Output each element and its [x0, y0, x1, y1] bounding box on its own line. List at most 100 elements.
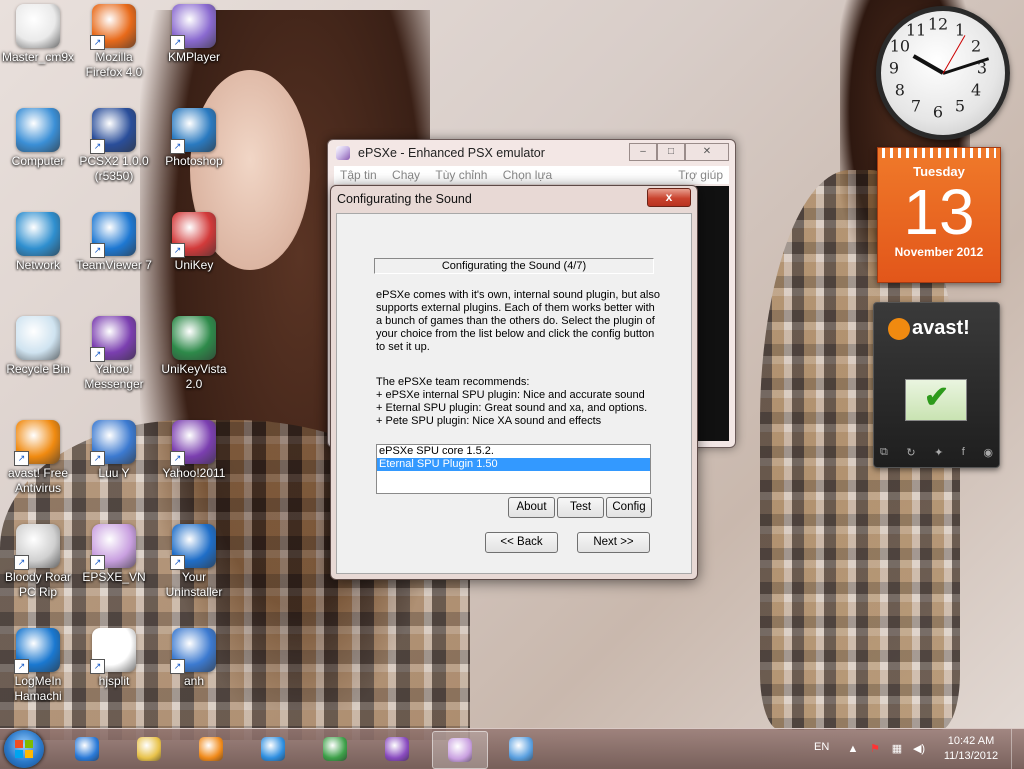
desktop-icon[interactable]: ↗ hjsplit [76, 628, 152, 689]
app-icon [16, 4, 60, 48]
start-button[interactable] [4, 730, 44, 768]
plugin-option-core[interactable]: ePSXe SPU core 1.5.2. [377, 445, 650, 458]
desktop-icon[interactable]: ↗ LogMeIn Hamachi [0, 628, 76, 704]
taskbar-media-player-icon [199, 737, 223, 761]
back-button[interactable]: << Back [485, 532, 558, 553]
desktop-icon[interactable]: ↗ UniKey [156, 212, 232, 273]
desktop-icon[interactable]: ↗ avast! Free Antivirus [0, 420, 76, 496]
clock-gadget[interactable]: 12 1 2 3 4 5 6 7 8 9 10 11 [876, 6, 1010, 140]
desktop-icon[interactable]: Master_cm9x [0, 4, 76, 65]
dialog-title: Configurating the Sound [337, 192, 472, 206]
avast-gadget[interactable]: avast! ✔ ⧉ ↻ ✦ f ◉ [873, 302, 1000, 468]
rss-icon[interactable]: ◉ [983, 446, 993, 459]
app-icon [16, 316, 60, 360]
menu-config[interactable]: Tùy chỉnh [435, 168, 487, 182]
calendar-month-year: November 2012 [894, 245, 984, 259]
taskbar-chrome[interactable] [308, 731, 362, 767]
menu-file[interactable]: Tập tin [340, 168, 377, 182]
desktop-icon-label: Network [15, 258, 60, 272]
tray-date: 11/13/2012 [943, 750, 999, 762]
desktop-icon[interactable]: ↗ Bloody Roar PC Rip [0, 524, 76, 600]
clock-number: 1 [954, 20, 966, 40]
twitter-icon[interactable]: ✦ [934, 446, 943, 459]
config-button[interactable]: Config [606, 497, 652, 518]
taskbar-internet-explorer-icon [261, 737, 285, 761]
close-button[interactable]: ✕ [685, 143, 729, 161]
test-button[interactable]: Test [557, 497, 604, 518]
shortcut-arrow-icon: ↗ [14, 659, 29, 674]
desktop-icon[interactable]: ↗ Luu Y [76, 420, 152, 481]
shortcut-arrow-icon: ↗ [90, 451, 105, 466]
dialog-body: Configurating the Sound (4/7) ePSXe come… [336, 213, 692, 574]
sound-config-dialog[interactable]: Configurating the Sound x Configurating … [330, 185, 698, 580]
desktop-icon[interactable]: ↗ Mozilla Firefox 4.0 [76, 4, 152, 80]
desktop-icon[interactable]: ↗ Yahoo! Messenger [76, 316, 152, 392]
app-icon: ↗ [170, 212, 216, 258]
taskbar-paint-icon [509, 737, 533, 761]
desktop-icon[interactable]: Network [0, 212, 76, 273]
network-icon[interactable]: ▦ [890, 742, 904, 756]
avast-status-check[interactable]: ✔ [905, 379, 967, 421]
taskbar-internet-explorer[interactable] [246, 731, 300, 767]
avast-update-icon[interactable]: ↻ [906, 446, 915, 459]
desktop-icon[interactable]: UniKeyVista 2.0 [156, 316, 232, 392]
shortcut-arrow-icon: ↗ [14, 451, 29, 466]
maximize-button[interactable]: □ [657, 143, 685, 161]
desktop-icon[interactable]: ↗ KMPlayer [156, 4, 232, 65]
taskbar-paint[interactable] [494, 731, 548, 767]
next-button[interactable]: Next >> [577, 532, 650, 553]
app-icon [172, 316, 216, 360]
shortcut-arrow-icon: ↗ [170, 35, 185, 50]
shortcut-arrow-icon: ↗ [170, 243, 185, 258]
main-window-title: ePSXe - Enhanced PSX emulator [358, 146, 545, 160]
menu-options[interactable]: Chọn lựa [503, 168, 552, 182]
desktop-icon[interactable]: ↗ Your Uninstaller [156, 524, 232, 600]
desktop-icon-label: PCSX2 1.0.0 (r5350) [79, 154, 149, 183]
taskbar-media-player[interactable] [184, 731, 238, 767]
facebook-icon[interactable]: f [962, 446, 965, 459]
volume-icon[interactable]: ◀) [912, 742, 926, 756]
shortcut-arrow-icon: ↗ [170, 555, 185, 570]
main-window-titlebar[interactable]: ePSXe - Enhanced PSX emulator – □ ✕ [328, 140, 735, 166]
desktop-icon[interactable]: ↗ Yahoo!2011 [156, 420, 232, 481]
dialog-close-button[interactable]: x [647, 188, 691, 207]
desktop-icon[interactable]: ↗ EPSXE_VN [76, 524, 152, 585]
clock-number: 5 [954, 96, 966, 116]
recommend-line-1: + ePSXe internal SPU plugin: Nice and ac… [376, 389, 645, 401]
app-icon: ↗ [170, 108, 216, 154]
dialog-titlebar[interactable]: Configurating the Sound x [331, 186, 697, 212]
plugin-listbox[interactable]: ePSXe SPU core 1.5.2. Eternal SPU Plugin… [376, 444, 651, 494]
desktop-icon[interactable]: ↗ TeamViewer 7 [76, 212, 152, 273]
desktop-icon[interactable]: ↗ PCSX2 1.0.0 (r5350) [76, 108, 152, 184]
taskbar-explorer[interactable] [122, 731, 176, 767]
taskbar-epsxe[interactable] [432, 731, 488, 769]
plugin-option-eternal[interactable]: Eternal SPU Plugin 1.50 [377, 458, 650, 471]
desktop-icon[interactable]: ↗ Photoshop [156, 108, 232, 169]
sound-description: ePSXe comes with it's own, internal soun… [376, 289, 660, 353]
clock-number: 8 [894, 80, 905, 100]
app-icon: ↗ [90, 4, 136, 50]
menu-run[interactable]: Chạy [392, 168, 420, 182]
show-hidden-icons[interactable]: ▲ [846, 742, 860, 756]
clock-tray[interactable]: 10:42 AM 11/13/2012 [936, 734, 1006, 764]
main-menubar: Tập tin Chạy Tùy chỉnh Chọn lựa Trợ giúp [334, 166, 729, 184]
clock-number: 11 [905, 20, 927, 40]
minimize-button[interactable]: – [629, 143, 657, 161]
clock-number: 12 [927, 14, 949, 34]
taskbar-yahoo-messenger[interactable] [370, 731, 424, 767]
show-desktop-button[interactable] [1011, 729, 1024, 769]
menu-help[interactable]: Trợ giúp [678, 166, 723, 184]
avast-open-icon[interactable]: ⧉ [880, 446, 888, 459]
clock-number: 9 [888, 58, 900, 78]
desktop-icon[interactable]: ↗ anh [156, 628, 232, 689]
language-indicator[interactable]: EN [814, 741, 829, 753]
desktop-icon-label: TeamViewer 7 [76, 258, 152, 272]
taskbar-teamviewer[interactable] [60, 731, 114, 767]
calendar-gadget[interactable]: Tuesday 13 November 2012 [877, 147, 1001, 283]
about-button[interactable]: About [508, 497, 555, 518]
desktop-icon[interactable]: Recycle Bin [0, 316, 76, 377]
desktop-icon-label: Recycle Bin [6, 362, 70, 376]
desktop-icon[interactable]: Computer [0, 108, 76, 169]
clock-hour-hand [912, 54, 944, 75]
action-center-icon[interactable]: ⚑ [868, 742, 882, 756]
